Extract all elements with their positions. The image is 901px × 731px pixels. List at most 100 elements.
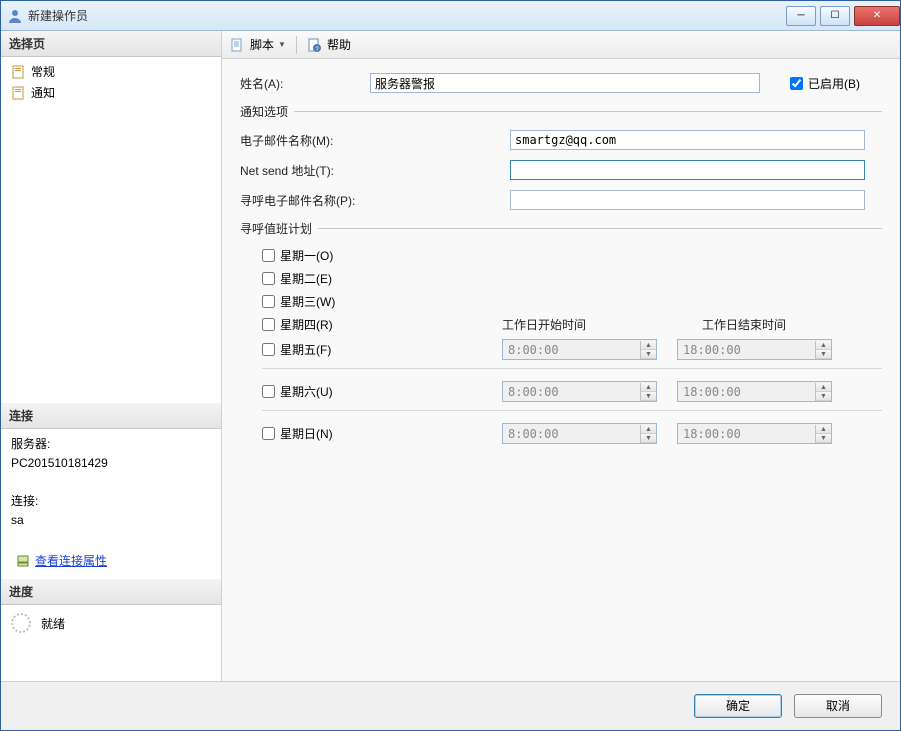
mon-row: 星期一(O): [262, 247, 882, 264]
notify-fieldset: 通知选项: [240, 103, 882, 120]
end-header: 工作日结束时间: [702, 316, 882, 333]
conn-value: sa: [11, 511, 211, 530]
minimize-button[interactable]: ─: [786, 6, 816, 26]
spinner-icon[interactable]: ▲▼: [815, 341, 831, 359]
main-panel: 脚本 ▼ ? 帮助 姓名(A): 已启用(B): [222, 31, 900, 681]
hdr-row: 星期四(R) 工作日开始时间 工作日结束时间: [262, 316, 882, 333]
window-buttons: ─ ☐ ✕: [782, 6, 900, 26]
wed-row: 星期三(W): [262, 293, 882, 310]
dialog-footer: 确定 取消: [1, 681, 900, 730]
connection-header: 连接: [1, 403, 221, 429]
connection-info: 服务器: PC201510181429 连接: sa 查看连接属性: [1, 429, 221, 579]
ok-button[interactable]: 确定: [694, 694, 782, 718]
pager-input[interactable]: [510, 190, 865, 210]
schedule-block: 星期一(O) 星期二(E) 星期三(W) 星期四(R) 工作日开始时间 工作日结…: [240, 247, 882, 444]
view-props-link[interactable]: 查看连接属性: [35, 552, 107, 571]
mon-checkbox[interactable]: [262, 249, 275, 262]
mon-label: 星期一(O): [280, 247, 333, 264]
progress-row: 就绪: [1, 605, 221, 641]
page-icon: [11, 64, 27, 80]
weekday-end-input[interactable]: 18:00:00▲▼: [677, 339, 832, 360]
sat-start-input[interactable]: 8:00:00▲▼: [502, 381, 657, 402]
email-input[interactable]: [510, 130, 865, 150]
thu-checkbox[interactable]: [262, 318, 275, 331]
conn-label: 连接:: [11, 492, 211, 511]
divider: [262, 410, 882, 411]
progress-spinner-icon: [11, 613, 31, 633]
view-connection-props[interactable]: 查看连接属性: [11, 550, 211, 573]
start-header: 工作日开始时间: [502, 316, 682, 333]
window-title: 新建操作员: [28, 7, 782, 24]
nav-label: 常规: [31, 63, 55, 80]
help-button[interactable]: ? 帮助: [307, 36, 351, 53]
weekday-start-input[interactable]: 8:00:00▲▼: [502, 339, 657, 360]
dialog-window: 新建操作员 ─ ☐ ✕ 选择页 常规 通知 连接 服务: [0, 0, 901, 731]
divider: [262, 368, 882, 369]
wed-checkbox[interactable]: [262, 295, 275, 308]
email-label: 电子邮件名称(M):: [240, 132, 510, 149]
nav-item-general[interactable]: 常规: [7, 61, 215, 82]
dialog-body: 选择页 常规 通知 连接 服务器: PC201510181429 连接: sa: [1, 31, 900, 681]
schedule-legend: 寻呼值班计划: [240, 220, 318, 237]
server-value: PC201510181429: [11, 454, 211, 473]
fri-label: 星期五(F): [280, 341, 331, 358]
close-button[interactable]: ✕: [854, 6, 900, 26]
spinner-icon[interactable]: ▲▼: [640, 341, 656, 359]
enabled-label: 已启用(B): [808, 75, 860, 92]
name-input[interactable]: [370, 73, 760, 93]
progress-status: 就绪: [41, 615, 65, 632]
sat-row: 星期六(U) 8:00:00▲▼ 18:00:00▲▼: [262, 381, 882, 402]
tue-row: 星期二(E): [262, 270, 882, 287]
toolbar: 脚本 ▼ ? 帮助: [222, 31, 900, 59]
spinner-icon[interactable]: ▲▼: [640, 425, 656, 443]
dropdown-arrow-icon: ▼: [278, 40, 286, 49]
enabled-check-row: 已启用(B): [790, 75, 860, 92]
fri-checkbox[interactable]: [262, 343, 275, 356]
notify-legend: 通知选项: [240, 103, 294, 120]
thu-label: 星期四(R): [280, 316, 333, 333]
script-button[interactable]: 脚本 ▼: [230, 36, 286, 53]
sun-end-input[interactable]: 18:00:00▲▼: [677, 423, 832, 444]
server-icon: [15, 553, 31, 569]
progress-header: 进度: [1, 579, 221, 605]
sat-checkbox[interactable]: [262, 385, 275, 398]
nav-list: 常规 通知: [1, 57, 221, 107]
netsend-input[interactable]: [510, 160, 865, 180]
spinner-icon[interactable]: ▲▼: [815, 383, 831, 401]
netsend-label: Net send 地址(T):: [240, 162, 510, 179]
enabled-checkbox[interactable]: [790, 77, 803, 90]
tue-checkbox[interactable]: [262, 272, 275, 285]
spinner-icon[interactable]: ▲▼: [815, 425, 831, 443]
fri-row: 星期五(F) 8:00:00▲▼ 18:00:00▲▼: [262, 339, 882, 360]
schedule-fieldset: 寻呼值班计划: [240, 220, 882, 237]
tue-label: 星期二(E): [280, 270, 332, 287]
nav-label: 通知: [31, 84, 55, 101]
sidebar: 选择页 常规 通知 连接 服务器: PC201510181429 连接: sa: [1, 31, 222, 681]
nav-item-notify[interactable]: 通知: [7, 82, 215, 103]
maximize-button[interactable]: ☐: [820, 6, 850, 26]
help-label: 帮助: [327, 36, 351, 53]
name-row: 姓名(A): 已启用(B): [240, 73, 882, 93]
sat-end-input[interactable]: 18:00:00▲▼: [677, 381, 832, 402]
sat-label: 星期六(U): [280, 383, 333, 400]
spinner-icon[interactable]: ▲▼: [640, 383, 656, 401]
page-icon: [11, 85, 27, 101]
sun-start-input[interactable]: 8:00:00▲▼: [502, 423, 657, 444]
email-row: 电子邮件名称(M):: [240, 130, 882, 150]
sun-row: 星期日(N) 8:00:00▲▼ 18:00:00▲▼: [262, 423, 882, 444]
pager-label: 寻呼电子邮件名称(P):: [240, 192, 510, 209]
help-icon: ?: [307, 37, 323, 53]
operator-icon: [7, 8, 23, 24]
cancel-button[interactable]: 取消: [794, 694, 882, 718]
select-page-header: 选择页: [1, 31, 221, 57]
name-label: 姓名(A):: [240, 75, 370, 92]
server-label: 服务器:: [11, 435, 211, 454]
toolbar-separator: [296, 36, 297, 54]
pager-row: 寻呼电子邮件名称(P):: [240, 190, 882, 210]
wed-label: 星期三(W): [280, 293, 335, 310]
form-area: 姓名(A): 已启用(B) 通知选项 电子邮件名称(M): Net: [222, 59, 900, 681]
script-label: 脚本: [250, 36, 274, 53]
script-icon: [230, 37, 246, 53]
sun-checkbox[interactable]: [262, 427, 275, 440]
sun-label: 星期日(N): [280, 425, 333, 442]
